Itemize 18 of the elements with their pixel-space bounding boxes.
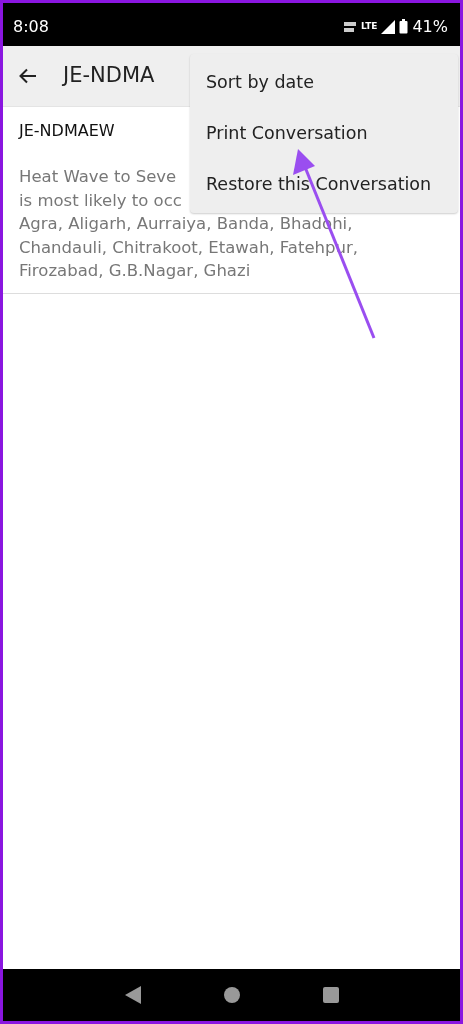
conversation-title: JE-NDMA <box>63 62 155 90</box>
recents-icon[interactable] <box>322 987 339 1003</box>
back-arrow-icon[interactable] <box>19 68 37 84</box>
sender-name: JE-NDMAEW <box>19 120 115 142</box>
back-icon[interactable] <box>124 986 141 1004</box>
battery-icon <box>399 19 409 34</box>
menu-item[interactable]: Print Conversation <box>190 108 458 159</box>
volte-icon <box>342 20 357 33</box>
menu-item[interactable]: Sort by date <box>190 57 458 108</box>
battery-percent: 41% <box>412 15 448 38</box>
message-line: Firozabad, G.B.Nagar, Ghazi <box>19 260 251 282</box>
home-icon[interactable] <box>223 987 240 1003</box>
menu-item[interactable]: Restore this Conversation <box>190 159 458 210</box>
status-time: 8:08 <box>13 15 49 38</box>
network-label: LTE <box>360 19 378 33</box>
message-line: is most likely to occ <box>19 189 182 212</box>
signal-icon <box>381 19 396 34</box>
message-line: Heat Wave to Seve <box>19 166 177 188</box>
